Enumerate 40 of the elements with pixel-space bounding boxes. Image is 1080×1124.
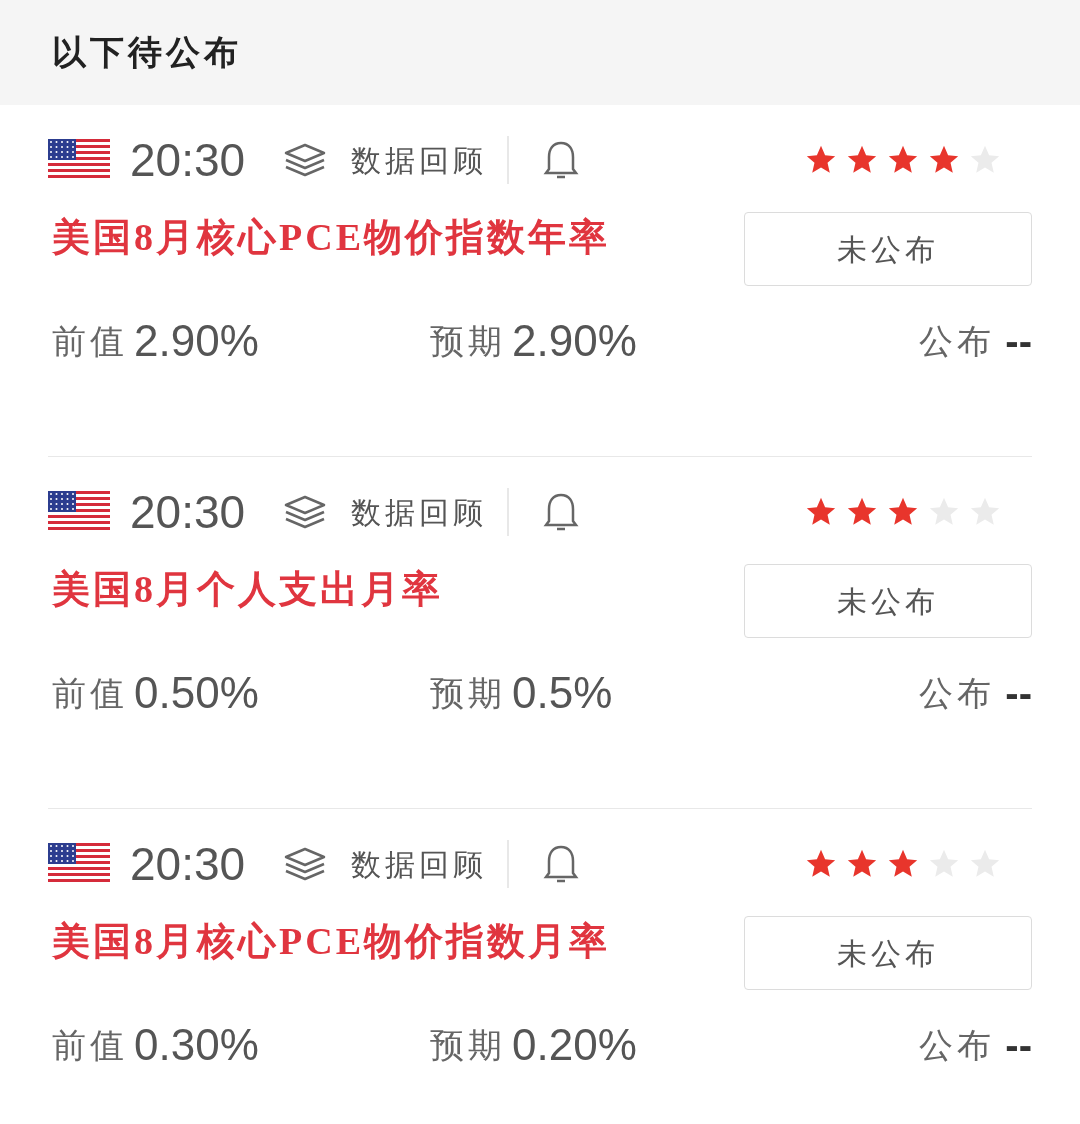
layers-icon bbox=[283, 494, 328, 530]
data-review-link[interactable]: 数据回顾 bbox=[351, 841, 488, 887]
actual-label: 公布 bbox=[919, 1024, 996, 1066]
forecast-value: 0.20% bbox=[512, 1019, 637, 1071]
us-flag-icon bbox=[48, 139, 110, 181]
layers-icon bbox=[283, 142, 328, 178]
bell-icon[interactable] bbox=[543, 843, 580, 885]
layers-icon bbox=[283, 846, 328, 882]
previous-label: 前值 bbox=[51, 672, 128, 714]
event-title: 美国8月核心PCE物价指数月率 bbox=[51, 919, 611, 964]
actual-value: -- bbox=[1005, 1022, 1032, 1069]
actual-label: 公布 bbox=[919, 320, 996, 362]
event-time: 20:30 bbox=[130, 489, 246, 535]
forecast-label: 预期 bbox=[430, 320, 506, 362]
section-title: 以下待公布 bbox=[52, 32, 242, 73]
previous-value: 0.30% bbox=[134, 1019, 260, 1071]
event-title: 美国8月个人支出月率 bbox=[51, 567, 444, 612]
data-review-link[interactable]: 数据回顾 bbox=[351, 489, 488, 535]
us-flag-icon bbox=[48, 491, 110, 533]
forecast-label: 预期 bbox=[430, 672, 506, 714]
bell-icon[interactable] bbox=[543, 139, 580, 181]
forecast-label: 预期 bbox=[430, 1024, 506, 1066]
status-button[interactable]: 未公布 bbox=[744, 212, 1032, 286]
event-title: 美国8月核心PCE物价指数年率 bbox=[51, 215, 611, 260]
previous-value: 0.50% bbox=[134, 667, 260, 719]
status-button[interactable]: 未公布 bbox=[744, 564, 1032, 638]
bell-icon[interactable] bbox=[543, 491, 580, 533]
forecast-value: 2.90% bbox=[512, 315, 637, 367]
data-review-link[interactable]: 数据回顾 bbox=[351, 137, 488, 183]
actual-label: 公布 bbox=[919, 672, 996, 714]
previous-value: 2.90% bbox=[134, 315, 260, 367]
previous-label: 前值 bbox=[51, 1024, 128, 1066]
event-time: 20:30 bbox=[130, 841, 246, 887]
forecast-value: 0.5% bbox=[512, 667, 613, 719]
actual-value: -- bbox=[1005, 670, 1032, 717]
us-flag-icon bbox=[48, 843, 110, 885]
status-button[interactable]: 未公布 bbox=[744, 916, 1032, 990]
previous-label: 前值 bbox=[51, 320, 128, 362]
event-time: 20:30 bbox=[130, 137, 246, 183]
actual-value: -- bbox=[1005, 318, 1032, 365]
